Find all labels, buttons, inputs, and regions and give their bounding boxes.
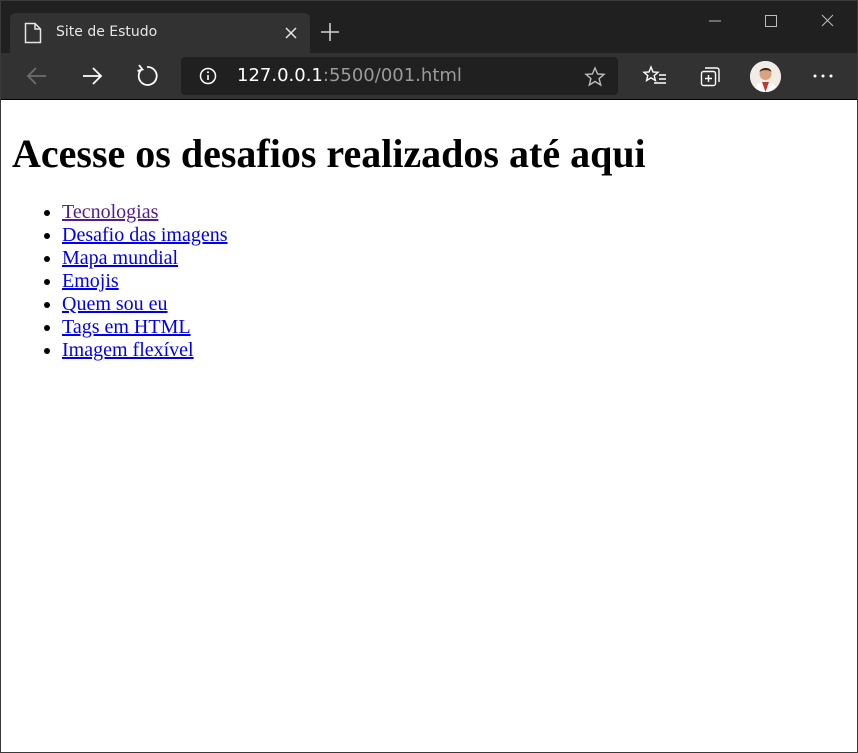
- site-info-icon[interactable]: [199, 67, 217, 85]
- url-text[interactable]: 127.0.0.1:5500/001.html: [237, 66, 462, 86]
- maximize-icon[interactable]: [751, 9, 791, 33]
- close-tab-icon[interactable]: [284, 26, 298, 40]
- forward-icon[interactable]: [79, 63, 105, 89]
- tab-title: Site de Estudo: [56, 24, 158, 40]
- url-path: :5500/001.html: [322, 65, 462, 86]
- list-item: Tecnologias: [62, 201, 228, 224]
- link-emojis[interactable]: Emojis: [62, 270, 119, 292]
- favorite-star-icon[interactable]: [584, 66, 606, 88]
- link-mapa-mundial[interactable]: Mapa mundial: [62, 247, 178, 269]
- link-tecnologias[interactable]: Tecnologias: [62, 201, 158, 223]
- link-desafio-das-imagens[interactable]: Desafio das imagens: [62, 224, 228, 246]
- tab-strip: Site de Estudo: [1, 1, 857, 53]
- refresh-icon[interactable]: [134, 63, 160, 89]
- list-item: Desafio das imagens: [62, 224, 228, 247]
- toolbar: 127.0.0.1:5500/001.html: [1, 53, 857, 100]
- link-tags-em-html[interactable]: Tags em HTML: [62, 316, 191, 338]
- new-tab-icon[interactable]: [319, 21, 341, 43]
- list-item: Tags em HTML: [62, 316, 228, 339]
- close-window-icon[interactable]: [807, 9, 847, 33]
- list-item: Imagem flexível: [62, 339, 228, 362]
- link-quem-sou-eu[interactable]: Quem sou eu: [62, 293, 168, 315]
- browser-window: Site de Estudo 127.0.0.1:5500/001.html A…: [0, 0, 858, 753]
- favorites-icon[interactable]: [642, 63, 668, 89]
- more-options-icon[interactable]: [810, 63, 836, 89]
- page-content: Acesse os desafios realizados até aqui T…: [1, 100, 857, 752]
- list-item: Mapa mundial: [62, 247, 228, 270]
- tab-site-de-estudo[interactable]: Site de Estudo: [10, 13, 310, 53]
- link-imagem-flexivel[interactable]: Imagem flexível: [62, 339, 194, 361]
- profile-avatar[interactable]: [750, 61, 781, 92]
- collections-icon[interactable]: [697, 63, 723, 89]
- avatar-image: [750, 61, 781, 92]
- back-icon[interactable]: [24, 63, 50, 89]
- challenge-link-list: Tecnologias Desafio das imagens Mapa mun…: [22, 201, 228, 362]
- list-item: Quem sou eu: [62, 293, 228, 316]
- page-heading: Acesse os desafios realizados até aqui: [12, 131, 646, 176]
- minimize-icon[interactable]: [695, 9, 735, 33]
- url-host: 127.0.0.1: [237, 65, 323, 86]
- list-item: Emojis: [62, 270, 228, 293]
- address-bar[interactable]: 127.0.0.1:5500/001.html: [181, 57, 618, 95]
- page-icon: [24, 22, 42, 44]
